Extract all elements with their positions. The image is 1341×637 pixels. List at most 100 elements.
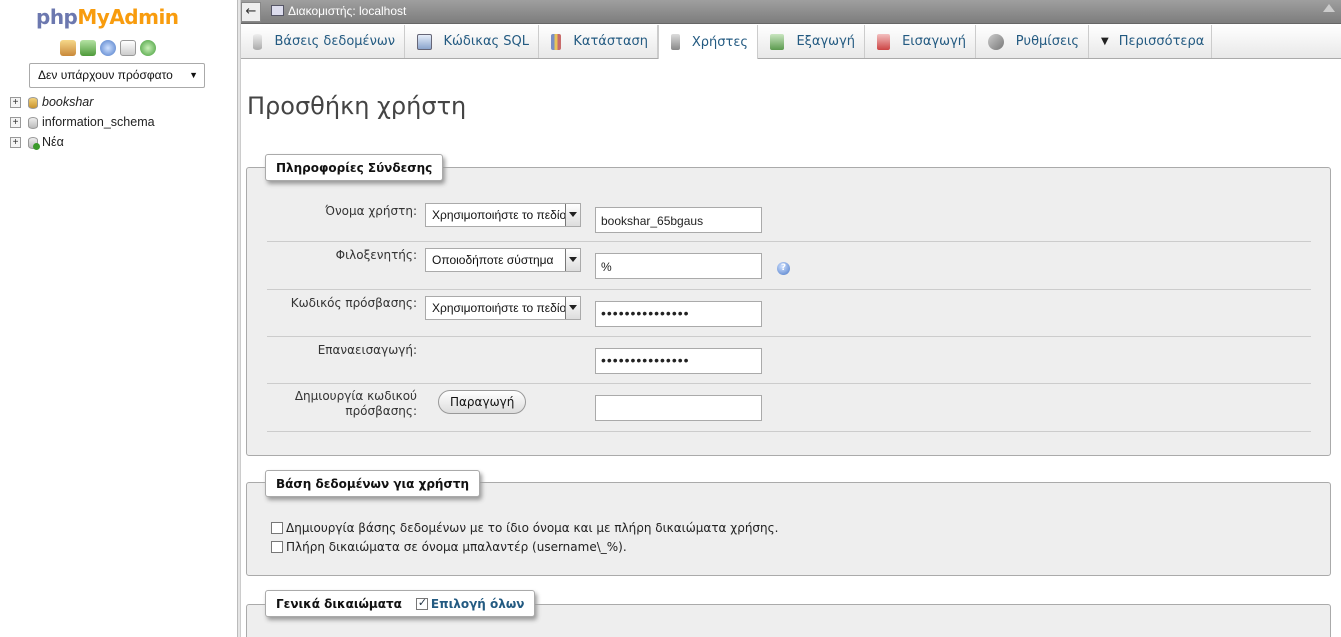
username-input[interactable]: bookshar_65bgaus bbox=[595, 207, 762, 233]
generate-label-line2: πρόσβασης: bbox=[345, 404, 417, 418]
chevron-down-icon bbox=[565, 297, 580, 319]
login-information-legend: Πληροφορίες Σύνδεσης bbox=[265, 154, 444, 181]
logo-php-text: php bbox=[36, 5, 78, 29]
phpmyadmin-logo[interactable]: phpMyAdmin bbox=[36, 5, 179, 29]
navigation-panel: phpMyAdmin Δεν υπάρχουν πρόσφατο ▼ + book… bbox=[0, 0, 237, 637]
chevron-down-icon bbox=[565, 204, 580, 226]
expand-icon[interactable]: + bbox=[10, 136, 21, 148]
docs-icon[interactable] bbox=[120, 40, 136, 56]
collapse-icon[interactable] bbox=[1323, 4, 1335, 12]
home-icon[interactable] bbox=[60, 40, 76, 56]
page-title: Προσθήκη χρήστη bbox=[247, 92, 467, 120]
username-type-value: Χρησιμοποιήστε το πεδίο bbox=[432, 208, 567, 222]
chevron-down-icon: ▼ bbox=[1101, 36, 1109, 47]
quick-links bbox=[60, 40, 156, 56]
sql-icon bbox=[417, 33, 432, 50]
tab-import[interactable]: Εισαγωγή bbox=[865, 25, 976, 58]
server-icon bbox=[271, 5, 284, 16]
main-content: Προσθήκη χρήστη Όνομα χρήστη: Χρησιμοποι… bbox=[241, 60, 1341, 637]
logout-icon[interactable] bbox=[80, 40, 96, 56]
tree-item-label[interactable]: bookshar bbox=[42, 95, 93, 109]
tab-label: Κώδικας SQL bbox=[443, 34, 529, 49]
help-icon[interactable]: ? bbox=[777, 262, 790, 275]
create-database-checkbox[interactable] bbox=[271, 522, 283, 534]
tab-more[interactable]: ▼ Περισσότερα bbox=[1089, 25, 1212, 58]
tab-status[interactable]: Κατάσταση bbox=[539, 25, 658, 58]
help-icon[interactable] bbox=[100, 40, 116, 56]
tab-export[interactable]: Εξαγωγή bbox=[758, 25, 865, 58]
status-icon bbox=[551, 33, 562, 50]
database-tree: + bookshar + information_schema + Νέα bbox=[10, 92, 155, 152]
tab-databases[interactable]: Βάσεις δεδομένων bbox=[241, 25, 405, 58]
select-all-checkbox[interactable] bbox=[415, 596, 428, 610]
tree-item-label[interactable]: information_schema bbox=[42, 115, 155, 129]
import-icon bbox=[877, 33, 891, 50]
retype-row: Επαναεισαγωγή: ••••••••••••••• bbox=[267, 338, 1311, 384]
password-type-select[interactable]: Χρησιμοποιήστε το πεδίο bbox=[425, 296, 581, 320]
retype-label: Επαναεισαγωγή: bbox=[317, 343, 417, 357]
host-label: Φιλοξενητής: bbox=[335, 248, 417, 262]
generate-label-line1: Δημιουργία κωδικού bbox=[294, 389, 417, 403]
database-icon bbox=[25, 115, 39, 129]
chevron-down-icon bbox=[565, 249, 580, 271]
expand-icon[interactable]: + bbox=[10, 116, 21, 128]
global-privileges-title: Γενικά δικαιώματα bbox=[276, 596, 402, 611]
tab-label: Εξαγωγή bbox=[796, 34, 855, 49]
host-type-value: Οποιοδήποτε σύστημα bbox=[432, 253, 554, 267]
global-privileges-legend: Γενικά δικαιώματα Επιλογή όλων bbox=[265, 590, 536, 617]
tab-label: Ρυθμίσεις bbox=[1015, 34, 1079, 49]
new-database-icon bbox=[25, 135, 40, 150]
wildcard-privileges-label[interactable]: Πλήρη δικαιώματα σε όνομα μπαλαντέρ (use… bbox=[286, 540, 627, 554]
username-label: Όνομα χρήστη: bbox=[325, 204, 417, 218]
create-database-option[interactable]: Δημιουργία βάσης δεδομένων με το ίδιο όν… bbox=[271, 521, 779, 535]
databases-icon bbox=[253, 33, 263, 50]
wildcard-privileges-option[interactable]: Πλήρη δικαιώματα σε όνομα μπαλαντέρ (use… bbox=[271, 540, 627, 554]
username-type-select[interactable]: Χρησιμοποιήστε το πεδίο bbox=[425, 203, 581, 227]
create-database-label[interactable]: Δημιουργία βάσης δεδομένων με το ίδιο όν… bbox=[286, 521, 779, 535]
breadcrumb-bar: ← Διακομιστής: localhost bbox=[241, 0, 1341, 24]
password-row: Κωδικός πρόσβασης: Χρησιμοποιήστε το πεδ… bbox=[267, 291, 1311, 337]
expand-icon[interactable]: + bbox=[10, 96, 21, 108]
tab-label: Εισαγωγή bbox=[902, 34, 966, 49]
tree-item-information-schema[interactable]: + information_schema bbox=[10, 112, 155, 132]
tree-item-label[interactable]: Νέα bbox=[42, 135, 64, 149]
tab-users[interactable]: Χρήστες bbox=[658, 25, 758, 59]
breadcrumb-server-label: Διακομιστής: localhost bbox=[288, 4, 407, 18]
database-for-user-legend: Βάση δεδομένων για χρήστη bbox=[265, 470, 481, 497]
host-row: Φιλοξενητής: Οποιοδήποτε σύστημα % ? bbox=[267, 243, 1311, 290]
username-row: Όνομα χρήστη: Χρησιμοποιήστε το πεδίο bo… bbox=[267, 190, 1311, 242]
password-input[interactable]: ••••••••••••••• bbox=[595, 301, 762, 327]
host-type-select[interactable]: Οποιοδήποτε σύστημα bbox=[425, 248, 581, 272]
chevron-down-icon: ▼ bbox=[189, 70, 198, 80]
export-icon bbox=[770, 33, 785, 50]
password-label: Κωδικός πρόσβασης: bbox=[290, 296, 417, 310]
tree-item-new[interactable]: + Νέα bbox=[10, 132, 155, 152]
tab-sql[interactable]: Κώδικας SQL bbox=[405, 25, 539, 58]
users-icon bbox=[671, 34, 680, 50]
password-type-value: Χρησιμοποιήστε το πεδίο bbox=[432, 301, 567, 315]
generated-password-input[interactable] bbox=[595, 395, 762, 421]
tree-item-bookshar[interactable]: + bookshar bbox=[10, 92, 155, 112]
tab-label: Βάσεις δεδομένων bbox=[274, 34, 395, 49]
tab-settings[interactable]: Ρυθμίσεις bbox=[976, 25, 1089, 58]
back-arrow-icon[interactable]: ← bbox=[241, 2, 261, 22]
logo-myadmin-text: MyAdmin bbox=[77, 5, 179, 29]
wildcard-privileges-checkbox[interactable] bbox=[271, 541, 283, 553]
login-information-fieldset: Όνομα χρήστη: Χρησιμοποιήστε το πεδίο bo… bbox=[246, 167, 1331, 456]
breadcrumb-server[interactable]: Διακομιστής: localhost bbox=[271, 4, 406, 18]
retype-password-input[interactable]: ••••••••••••••• bbox=[595, 348, 762, 374]
reload-icon[interactable] bbox=[140, 40, 156, 56]
generate-password-row: Δημιουργία κωδικού πρόσβασης: Παραγωγή bbox=[267, 385, 1311, 432]
wrench-icon bbox=[988, 33, 1004, 50]
database-icon bbox=[25, 95, 39, 109]
recent-tables-select[interactable]: Δεν υπάρχουν πρόσφατο ▼ bbox=[29, 63, 205, 88]
tab-label: Περισσότερα bbox=[1118, 34, 1205, 49]
generate-password-label: Δημιουργία κωδικού πρόσβασης: bbox=[267, 389, 417, 419]
tab-label: Κατάσταση bbox=[573, 34, 648, 49]
tab-label: Χρήστες bbox=[691, 34, 748, 50]
select-all-label[interactable]: Επιλογή όλων bbox=[431, 597, 525, 611]
recent-tables-value: Δεν υπάρχουν πρόσφατο bbox=[38, 68, 173, 82]
host-input[interactable]: % bbox=[595, 253, 762, 279]
main-tabs: Βάσεις δεδομένων Κώδικας SQL Κατάσταση Χ… bbox=[241, 25, 1341, 59]
generate-password-button[interactable]: Παραγωγή bbox=[438, 390, 527, 414]
